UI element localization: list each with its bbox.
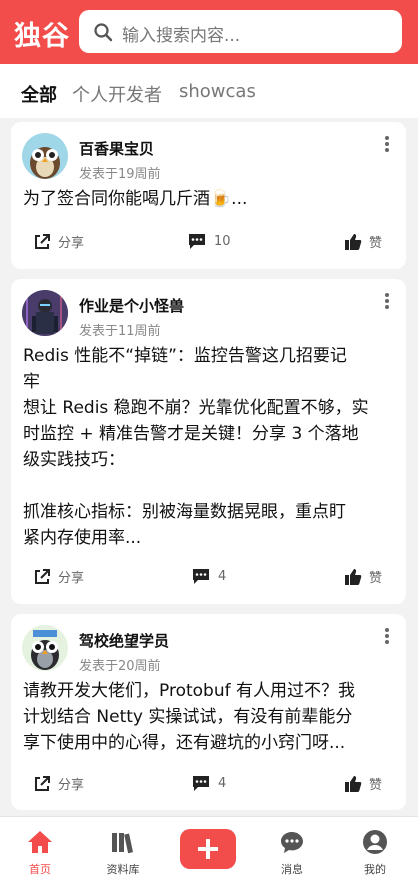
nav-profile[interactable]: 我的 — [345, 829, 405, 877]
post-time: 发表于11周前 — [79, 324, 161, 339]
post-time: 发表于19周前 — [79, 167, 161, 182]
nav-library[interactable]: 资料库 — [93, 829, 153, 877]
share-icon — [35, 568, 50, 584]
post-card[interactable]: 作业是个小怪兽 发表于11周前 Redis 性能不“掉链”：监控告警这几招要记 … — [11, 279, 406, 604]
post-card[interactable]: 驾校绝望学员 发表于20周前 请教开发大佬们，Protobuf 有人用过不？我 … — [11, 614, 406, 810]
author-name[interactable]: 驾校绝望学员 — [79, 630, 169, 651]
avatar[interactable] — [22, 625, 68, 671]
comment-button[interactable]: 4 — [191, 567, 226, 585]
more-options-icon[interactable] — [382, 136, 392, 154]
share-label: 分享 — [58, 236, 85, 251]
tab-indie-developer[interactable]: 个人开发者 — [72, 81, 162, 107]
home-icon — [28, 831, 52, 853]
library-icon — [112, 833, 134, 854]
author-name[interactable]: 百香果宝贝 — [79, 138, 154, 159]
post-card[interactable]: 百香果宝贝 发表于19周前 为了签合同你能喝几斤酒🍺... 分享 10 赞 — [11, 122, 406, 269]
more-options-icon[interactable] — [382, 293, 392, 311]
like-label: 赞 — [369, 571, 383, 586]
share-button[interactable]: 分享 — [33, 232, 84, 251]
plus-icon — [198, 839, 218, 859]
comment-icon — [193, 569, 209, 584]
post-content[interactable]: Redis 性能不“掉链”：监控告警这几招要记 牢 想让 Redis 稳跑不崩？… — [23, 343, 398, 551]
thumbs-up-icon — [345, 775, 362, 792]
nav-profile-label: 我的 — [364, 863, 386, 876]
share-button[interactable]: 分享 — [33, 774, 84, 793]
like-button[interactable]: 赞 — [344, 567, 382, 586]
comment-button[interactable]: 10 — [187, 232, 231, 250]
nav-home-label: 首页 — [29, 863, 51, 876]
search-icon — [94, 23, 113, 42]
nav-home[interactable]: 首页 — [10, 829, 70, 877]
category-tabs: 全部 个人开发者 showcas — [0, 64, 418, 118]
comment-count: 4 — [218, 775, 227, 791]
tab-all[interactable]: 全部 — [21, 81, 57, 107]
share-icon — [35, 775, 50, 791]
add-post-button[interactable] — [180, 829, 236, 869]
tab-showcase[interactable]: showcas — [179, 81, 256, 102]
like-button[interactable]: 赞 — [344, 232, 382, 251]
thumbs-up-icon — [345, 568, 362, 585]
post-time: 发表于20周前 — [79, 659, 161, 674]
comment-count: 4 — [218, 568, 227, 584]
comment-count: 10 — [214, 233, 231, 249]
like-button[interactable]: 赞 — [344, 774, 382, 793]
share-icon — [35, 233, 50, 249]
nav-library-label: 资料库 — [106, 863, 140, 876]
like-label: 赞 — [369, 236, 383, 251]
app-logo: 独谷 — [14, 21, 70, 52]
nav-messages-label: 消息 — [281, 863, 303, 876]
message-icon — [281, 832, 303, 853]
comment-icon — [193, 776, 209, 791]
share-label: 分享 — [58, 571, 85, 586]
search-input[interactable]: 输入搜索内容... — [79, 10, 402, 53]
comment-button[interactable]: 4 — [191, 774, 226, 792]
post-content[interactable]: 请教开发大佬们，Protobuf 有人用过不？我 计划结合 Netty 实操试试… — [23, 678, 398, 756]
thumbs-up-icon — [345, 233, 362, 250]
nav-messages[interactable]: 消息 — [262, 829, 322, 877]
search-placeholder: 输入搜索内容... — [122, 26, 241, 46]
bottom-nav: 首页 资料库 消息 我的 — [0, 816, 418, 893]
avatar[interactable] — [22, 290, 68, 336]
like-label: 赞 — [369, 778, 383, 793]
more-options-icon[interactable] — [382, 628, 392, 646]
avatar[interactable] — [22, 133, 68, 179]
profile-icon — [363, 830, 387, 854]
author-name[interactable]: 作业是个小怪兽 — [79, 295, 184, 316]
share-button[interactable]: 分享 — [33, 567, 84, 586]
app-header: 独谷 输入搜索内容... — [0, 0, 418, 64]
post-content[interactable]: 为了签合同你能喝几斤酒🍺... — [23, 186, 398, 212]
comment-icon — [189, 234, 205, 249]
share-label: 分享 — [58, 778, 85, 793]
